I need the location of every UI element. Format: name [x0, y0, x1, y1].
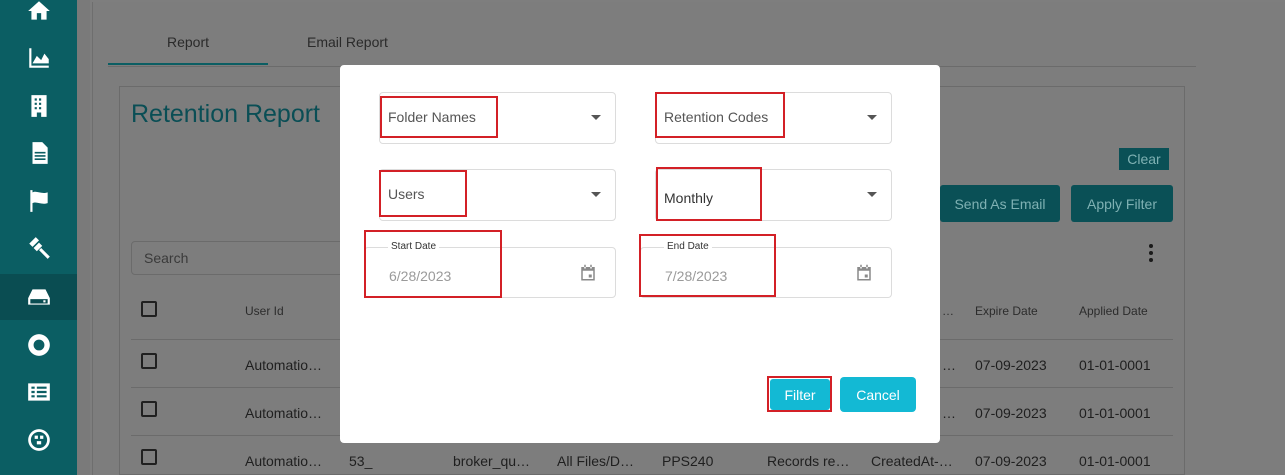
end-date-label: End Date: [664, 241, 712, 252]
filter-button[interactable]: Filter: [770, 379, 830, 410]
cell-user-id: Automatio…: [245, 357, 323, 373]
cell-truncated: …: [942, 405, 956, 421]
calendar-icon[interactable]: [855, 264, 873, 282]
folder-names-label: Folder Names: [388, 109, 476, 125]
end-date-value: 7/28/2023: [665, 268, 728, 284]
tab-report[interactable]: Report: [167, 34, 209, 50]
dropdown-arrow-icon: [867, 115, 877, 120]
apply-filter-button[interactable]: Apply Filter: [1071, 185, 1173, 222]
header-applied-date[interactable]: Applied Date: [1079, 304, 1148, 318]
list-icon[interactable]: [0, 369, 77, 415]
row-checkbox[interactable]: [141, 401, 157, 417]
area-chart-icon[interactable]: [0, 35, 77, 81]
cell-applied-date: 01-01-0001: [1079, 453, 1151, 469]
sidebar: [0, 0, 77, 475]
start-date-value: 6/28/2023: [389, 268, 452, 284]
cell-col4: All Files/D…: [557, 453, 635, 469]
document-icon[interactable]: [0, 130, 77, 176]
more-vertical-icon[interactable]: [1148, 244, 1154, 262]
retention-codes-select[interactable]: Retention Codes: [655, 92, 892, 144]
building-icon[interactable]: [0, 83, 77, 129]
clear-button[interactable]: Clear: [1119, 148, 1169, 170]
select-all-checkbox[interactable]: [141, 301, 157, 317]
header-user-id[interactable]: User Id: [245, 304, 284, 318]
period-value: Monthly: [664, 190, 714, 206]
cell-applied-date: 01-01-0001: [1079, 405, 1151, 421]
cell-applied-date: 01-01-0001: [1079, 357, 1151, 373]
search-input[interactable]: Search: [131, 241, 346, 275]
network-icon[interactable]: [0, 417, 77, 463]
cell-user-id: Automatio…: [245, 453, 323, 469]
retention-codes-label: Retention Codes: [664, 109, 769, 125]
cell-col5: PPS240: [662, 453, 714, 469]
cancel-button[interactable]: Cancel: [840, 377, 916, 412]
dropdown-arrow-icon: [591, 192, 601, 197]
start-date-label: Start Date: [388, 241, 440, 252]
cell-col7: CreatedAt-…: [871, 453, 953, 469]
cell-truncated: …: [942, 357, 956, 373]
cell-expire-date: 07-09-2023: [975, 453, 1047, 469]
cell-col3: broker_qu…: [453, 453, 531, 469]
active-tab-indicator: [108, 63, 268, 65]
period-select[interactable]: Monthly: [655, 169, 892, 221]
header-expire-date[interactable]: Expire Date: [975, 304, 1038, 318]
send-as-email-button[interactable]: Send As Email: [940, 185, 1060, 222]
cell-expire-date: 07-09-2023: [975, 405, 1047, 421]
calendar-icon[interactable]: [579, 264, 597, 282]
cell-col6: Records re…: [767, 453, 850, 469]
cell-user-id: Automatio…: [245, 405, 323, 421]
gavel-icon[interactable]: [0, 225, 77, 271]
lifebuoy-icon[interactable]: [0, 322, 77, 368]
page-title: Retention Report: [131, 100, 321, 128]
home-icon[interactable]: [0, 0, 77, 34]
users-label: Users: [388, 186, 425, 202]
row-checkbox[interactable]: [141, 449, 157, 465]
header-truncated: …: [942, 304, 954, 318]
end-date-field[interactable]: End Date 7/28/2023: [640, 241, 892, 298]
users-select[interactable]: Users: [379, 169, 616, 221]
folder-names-select[interactable]: Folder Names: [379, 92, 616, 144]
row-checkbox[interactable]: [141, 353, 157, 369]
tab-email-report[interactable]: Email Report: [307, 34, 388, 50]
dropdown-arrow-icon: [867, 192, 877, 197]
dropdown-arrow-icon: [591, 115, 601, 120]
start-date-field[interactable]: Start Date 6/28/2023: [364, 241, 616, 298]
cell-col2: 53_: [349, 453, 373, 469]
hard-drive-icon[interactable]: [0, 274, 77, 320]
flag-icon[interactable]: [0, 178, 77, 224]
cell-expire-date: 07-09-2023: [975, 357, 1047, 373]
